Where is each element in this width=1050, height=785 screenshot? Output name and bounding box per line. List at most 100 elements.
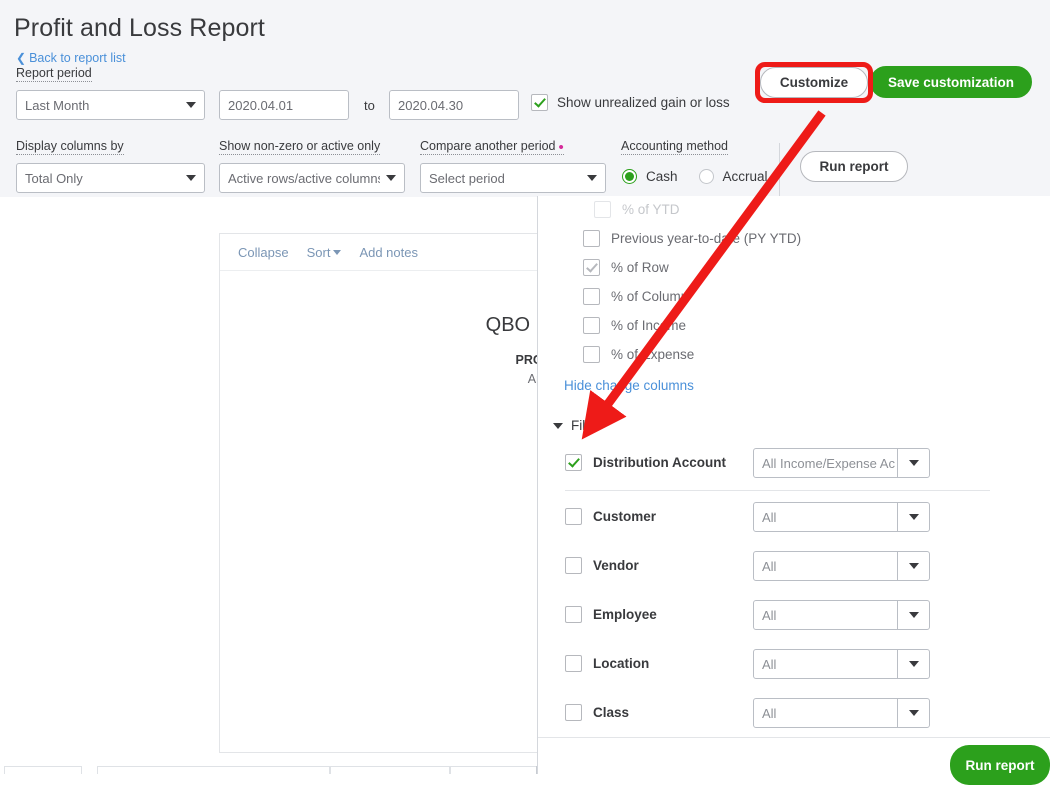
display-columns-by-label: Display columns by (16, 139, 124, 155)
show-unrealized-gain-or-loss-row[interactable]: Show unrealized gain or loss (531, 94, 730, 111)
filter-section-header[interactable]: Filter (553, 418, 601, 433)
accounting-method-label: Accounting method (621, 139, 728, 155)
report-controls-bar: Profit and Loss Report ❮Back to report l… (0, 0, 1050, 197)
pct-of-expense-label: % of Expense (611, 347, 694, 362)
report-period-label: Report period (16, 66, 92, 82)
column-option-pct-of-income[interactable]: % of Income (583, 317, 686, 334)
customize-button[interactable]: Customize (760, 67, 868, 98)
run-report-button[interactable]: Run report (800, 151, 908, 182)
hide-change-columns-link[interactable]: Hide change columns (564, 378, 694, 393)
run-report-label: Run report (820, 159, 889, 174)
report-collapse-link[interactable]: Collapse (238, 245, 289, 260)
column-option-pct-of-expense[interactable]: % of Expense (583, 346, 694, 363)
pct-of-ytd-checkbox[interactable] (594, 201, 611, 218)
previous-ytd-label: Previous year-to-date (PY YTD) (611, 231, 801, 246)
class-dropdown-button[interactable] (897, 699, 929, 727)
distribution-account-label: Distribution Account (593, 454, 726, 471)
customer-label: Customer (593, 508, 656, 525)
customer-select[interactable]: All (753, 502, 930, 532)
pct-of-ytd-label: % of YTD (622, 202, 680, 217)
pct-of-income-label: % of Income (611, 318, 686, 333)
show-nonzero-value: Active rows/active columns (228, 171, 380, 186)
back-to-report-list-link[interactable]: ❮Back to report list (16, 51, 126, 65)
employee-select[interactable]: All (753, 600, 930, 630)
chevron-left-icon: ❮ (16, 51, 26, 65)
distribution-account-value: All Income/Expense Ac (754, 456, 897, 471)
table-cell (330, 766, 450, 774)
customize-panel: % of YTD Previous year-to-date (PY YTD) … (537, 196, 1050, 774)
class-value: All (754, 706, 897, 721)
filter-row-employee: Employee All (538, 595, 1050, 635)
employee-label: Employee (593, 606, 657, 623)
employee-checkbox[interactable] (565, 606, 582, 623)
report-add-notes-link[interactable]: Add notes (359, 245, 418, 260)
location-select[interactable]: All (753, 649, 930, 679)
accounting-method-accrual-label: Accrual (723, 169, 768, 184)
accounting-method-cash-label: Cash (646, 169, 678, 184)
filter-row-customer: Customer All (538, 497, 1050, 537)
pct-of-column-checkbox[interactable] (583, 288, 600, 305)
location-checkbox[interactable] (565, 655, 582, 672)
report-sort-link[interactable]: Sort (307, 245, 342, 260)
pct-of-expense-checkbox[interactable] (583, 346, 600, 363)
report-period-select[interactable]: Last Month (16, 90, 205, 120)
location-dropdown-button[interactable] (897, 650, 929, 678)
chevron-down-icon (909, 661, 919, 667)
chevron-down-icon (587, 175, 597, 181)
column-option-previous-ytd[interactable]: Previous year-to-date (PY YTD) (583, 230, 801, 247)
class-select[interactable]: All (753, 698, 930, 728)
compare-label-text: Compare another period (420, 139, 556, 153)
chevron-down-icon (333, 250, 341, 255)
vendor-value: All (754, 559, 897, 574)
filter-row-vendor: Vendor All (538, 546, 1050, 586)
distribution-account-select[interactable]: All Income/Expense Ac (753, 448, 930, 478)
column-option-pct-of-row[interactable]: % of Row (583, 259, 669, 276)
filter-divider (565, 490, 990, 491)
customer-checkbox[interactable] (565, 508, 582, 525)
compare-another-period-select[interactable]: Select period (420, 163, 606, 193)
column-option-pct-of-column[interactable]: % of Column (583, 288, 688, 305)
customize-label: Customize (780, 75, 848, 90)
pct-of-row-label: % of Row (611, 260, 669, 275)
distribution-account-checkbox[interactable] (565, 454, 582, 471)
save-customization-button[interactable]: Save customization (870, 66, 1032, 98)
filter-row-distribution-account: Distribution Account All Income/Expense … (538, 443, 1050, 483)
chevron-down-icon (909, 514, 919, 520)
show-unrealized-checkbox[interactable] (531, 94, 548, 111)
date-from-value: 2020.04.01 (228, 98, 340, 113)
date-from-input[interactable]: 2020.04.01 (219, 90, 349, 120)
panel-run-report-button[interactable]: Run report (950, 745, 1050, 785)
pct-of-income-checkbox[interactable] (583, 317, 600, 334)
display-columns-by-select[interactable]: Total Only (16, 163, 205, 193)
vendor-select[interactable]: All (753, 551, 930, 581)
previous-ytd-checkbox[interactable] (583, 230, 600, 247)
show-nonzero-label: Show non-zero or active only (219, 139, 380, 155)
chevron-down-icon (909, 563, 919, 569)
report-sort-label: Sort (307, 245, 331, 260)
date-to-input[interactable]: 2020.04.30 (389, 90, 519, 120)
chevron-down-icon (186, 175, 196, 181)
report-collapse-label: Collapse (238, 245, 289, 260)
class-label: Class (593, 704, 629, 721)
column-option-pct-of-ytd[interactable]: % of YTD (594, 201, 680, 218)
vendor-checkbox[interactable] (565, 557, 582, 574)
accounting-method-accrual-radio[interactable] (699, 169, 714, 184)
vendor-dropdown-button[interactable] (897, 552, 929, 580)
accounting-method-radio-group: Cash Accrual (622, 169, 780, 184)
customer-dropdown-button[interactable] (897, 503, 929, 531)
distribution-account-dropdown-button[interactable] (897, 449, 929, 477)
class-checkbox[interactable] (565, 704, 582, 721)
pct-of-column-label: % of Column (611, 289, 688, 304)
accounting-method-cash-radio[interactable] (622, 169, 637, 184)
chevron-down-icon (553, 423, 563, 429)
employee-dropdown-button[interactable] (897, 601, 929, 629)
show-nonzero-select[interactable]: Active rows/active columns (219, 163, 405, 193)
save-customization-label: Save customization (888, 75, 1014, 90)
customize-panel-scroll[interactable]: % of YTD Previous year-to-date (PY YTD) … (538, 196, 1050, 737)
compare-another-period-label: Compare another period• (420, 139, 564, 155)
required-dot-icon: • (559, 139, 564, 156)
chevron-down-icon (186, 102, 196, 108)
display-columns-by-value: Total Only (25, 171, 180, 186)
pct-of-row-checkbox[interactable] (583, 259, 600, 276)
filter-row-location: Location All (538, 644, 1050, 684)
